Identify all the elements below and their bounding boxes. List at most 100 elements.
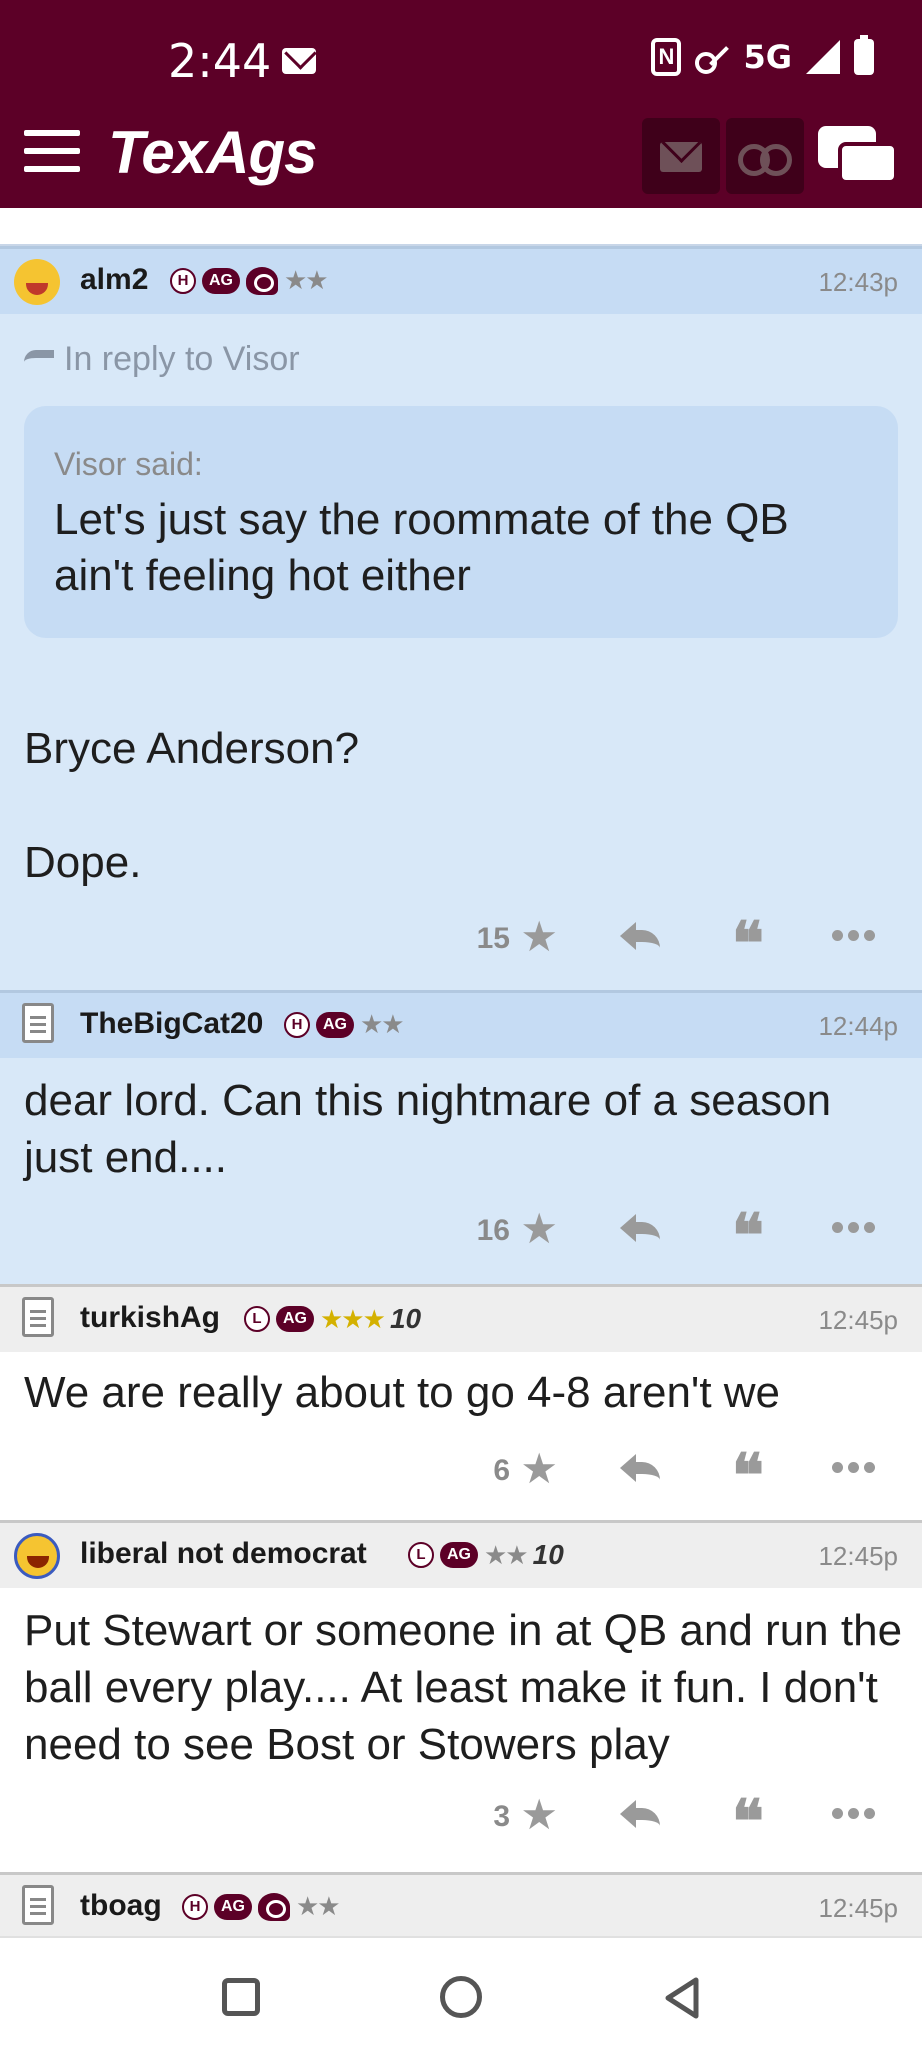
reply-arrow-icon <box>24 350 54 374</box>
username[interactable]: TheBigCat20 <box>80 1007 263 1041</box>
badge-l: L <box>244 1306 270 1332</box>
level-badge: 10 <box>532 1539 564 1570</box>
reply-to-link[interactable]: In reply to Visor <box>24 340 300 379</box>
system-nav-bar <box>0 1936 922 2048</box>
reply-to-text: In reply to Visor <box>64 340 300 378</box>
post: liberal not democrat L AG ★★ 10 12:45p P… <box>0 1520 922 1872</box>
star-rank: ★★★ <box>320 1303 386 1334</box>
star-rank: ★★ <box>484 1539 529 1570</box>
key-icon <box>695 40 729 74</box>
star-rank: ★★ <box>296 1891 341 1921</box>
quote-author: Visor said: <box>54 446 203 482</box>
post-time: 12:45p <box>818 1541 898 1571</box>
post-body: dear lord. Can this nightmare of a seaso… <box>24 1076 832 1182</box>
badge-ag: AG <box>440 1542 478 1568</box>
status-bar: 2:44 N 5G <box>0 0 922 118</box>
home-circle-icon[interactable] <box>440 1976 482 2018</box>
post-actions: 15 ★ ❝ <box>0 914 922 974</box>
badge-ag: AG <box>214 1893 252 1920</box>
badge-h: H <box>182 1893 208 1920</box>
quote-icon[interactable]: ❝ <box>732 1206 764 1266</box>
more-icon[interactable] <box>832 1462 876 1474</box>
rating-count: 6 <box>493 1454 510 1487</box>
username[interactable]: turkishAg <box>80 1301 220 1335</box>
post-header: turkishAg L AG ★★★ 10 12:45p <box>0 1284 922 1352</box>
username[interactable]: alm2 <box>80 263 148 297</box>
quote-icon[interactable]: ❝ <box>732 1792 764 1852</box>
quote-block: Visor said: Let's just say the roommate … <box>24 406 898 638</box>
post-body-line: Dope. <box>24 838 142 887</box>
rating-count: 16 <box>476 1214 510 1247</box>
post-header: liberal not democrat L AG ★★ 10 12:45p <box>0 1520 922 1588</box>
user-badges: H AG ★★ <box>170 265 329 296</box>
rating-count: 15 <box>476 922 510 955</box>
quote-icon[interactable]: ❝ <box>732 1446 764 1506</box>
post-body: Put Stewart or someone in at QB and run … <box>24 1606 903 1769</box>
post: turkishAg L AG ★★★ 10 12:45p We are real… <box>0 1284 922 1520</box>
badge-h: H <box>284 1011 310 1038</box>
username[interactable]: tboag <box>80 1889 162 1923</box>
site-logo[interactable]: TexAgs <box>108 118 318 187</box>
badge-ag: AG <box>276 1306 314 1332</box>
user-badges: H AG ★★ <box>284 1009 405 1040</box>
status-time: 2:44 <box>168 34 272 88</box>
recents-square-icon[interactable] <box>222 1978 260 2016</box>
star-icon[interactable]: ★ <box>520 916 558 958</box>
app-header: 2:44 N 5G TexAgs <box>0 0 922 208</box>
scroll-edge <box>0 208 922 246</box>
more-icon[interactable] <box>832 1222 876 1234</box>
post-body: We are really about to go 4-8 aren't we <box>24 1368 781 1417</box>
reply-icon[interactable] <box>620 1214 660 1244</box>
battery-icon <box>854 35 874 75</box>
badge-h: H <box>170 267 196 294</box>
star-icon[interactable]: ★ <box>520 1208 558 1250</box>
post-actions: 6 ★ ❝ <box>0 1446 922 1506</box>
post-header: TheBigCat20 H AG ★★ 12:44p <box>0 990 922 1058</box>
back-triangle-icon[interactable] <box>660 1976 704 2020</box>
post: alm2 H AG ★★ 12:43p In reply to Visor Vi… <box>0 246 922 990</box>
watchlist-button[interactable] <box>726 118 804 194</box>
user-badges: L AG ★★★ 10 <box>244 1303 421 1335</box>
more-icon[interactable] <box>832 930 876 942</box>
username[interactable]: liberal not democrat <box>80 1537 367 1571</box>
more-icon[interactable] <box>832 1808 876 1820</box>
post-body-line: Bryce Anderson? <box>24 724 360 773</box>
star-rank: ★★ <box>284 265 329 295</box>
avatar[interactable] <box>22 1003 54 1043</box>
badge-ag: AG <box>202 267 240 294</box>
messages-button[interactable] <box>642 118 720 194</box>
user-badges: L AG ★★ 10 <box>408 1539 564 1571</box>
badge-ag: AG <box>316 1011 354 1038</box>
avatar[interactable] <box>22 1297 54 1337</box>
post: TheBigCat20 H AG ★★ 12:44p dear lord. Ca… <box>0 990 922 1284</box>
reply-icon[interactable] <box>620 1454 660 1484</box>
network-label: 5G <box>743 38 792 76</box>
avatar[interactable] <box>14 1533 60 1579</box>
quote-text: Let's just say the roommate of the QB ai… <box>54 495 789 600</box>
chat-icon[interactable] <box>818 126 898 190</box>
avatar[interactable] <box>22 1885 54 1925</box>
helmet-icon <box>258 1892 290 1921</box>
post-actions: 16 ★ ❝ <box>0 1206 922 1266</box>
reply-icon[interactable] <box>620 1800 660 1830</box>
star-icon[interactable]: ★ <box>520 1794 558 1836</box>
signal-icon <box>806 40 840 74</box>
mail-icon <box>282 48 316 74</box>
nfc-icon: N <box>651 38 682 76</box>
post: tboag H AG ★★ 12:45p <box>0 1872 922 1940</box>
rating-count: 3 <box>493 1800 510 1833</box>
helmet-icon <box>246 266 278 295</box>
reply-icon[interactable] <box>620 922 660 952</box>
menu-icon[interactable] <box>24 130 80 174</box>
star-icon[interactable]: ★ <box>520 1448 558 1490</box>
badge-l: L <box>408 1542 434 1568</box>
status-icons: N 5G <box>651 35 874 76</box>
post-header: tboag H AG ★★ 12:45p <box>0 1872 922 1940</box>
binoculars-icon <box>738 144 792 176</box>
post-time: 12:43p <box>818 267 898 297</box>
avatar[interactable] <box>14 259 60 305</box>
quote-icon[interactable]: ❝ <box>732 914 764 974</box>
star-rank: ★★ <box>360 1009 405 1039</box>
post-time: 12:44p <box>818 1011 898 1041</box>
user-badges: H AG ★★ <box>182 1891 341 1922</box>
